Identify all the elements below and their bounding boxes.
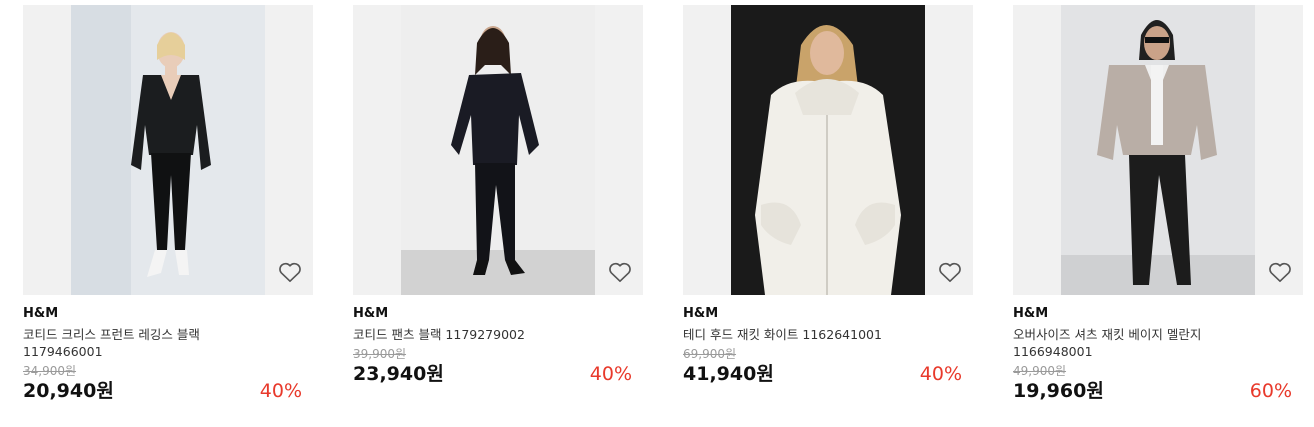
product-thumbnail[interactable] [23, 5, 313, 295]
wishlist-heart-icon[interactable] [607, 259, 633, 285]
product-thumbnail[interactable] [1013, 5, 1303, 295]
product-brand[interactable]: H&M [1013, 306, 1303, 322]
model-image [71, 5, 265, 295]
sale-price: 19,960원 [1013, 380, 1104, 402]
price-row: 19,960원 60% [1013, 379, 1303, 405]
model-image [731, 5, 925, 295]
model-image [1061, 5, 1255, 295]
product-brand[interactable]: H&M [23, 306, 313, 322]
product-card[interactable]: H&M 코티드 팬츠 블랙 1179279002 39,900원 23,940원… [353, 5, 643, 388]
original-price: 69,900원 [683, 347, 737, 361]
model-image [401, 5, 595, 295]
product-photo[interactable] [731, 5, 925, 295]
discount-rate: 40% [919, 363, 962, 385]
product-photo[interactable] [1061, 5, 1255, 295]
original-price: 49,900원 [1013, 364, 1067, 378]
product-name[interactable]: 테디 후드 재킷 화이트 1162641001 [683, 326, 933, 343]
wishlist-heart-icon[interactable] [937, 259, 963, 285]
product-thumbnail[interactable] [353, 5, 643, 295]
product-name[interactable]: 코티드 크리스 프런트 레깅스 블랙 1179466001 [23, 326, 273, 360]
original-price: 39,900원 [353, 347, 407, 361]
product-card[interactable]: H&M 오버사이즈 셔츠 재킷 베이지 멜란지 1166948001 49,90… [1013, 5, 1303, 405]
sale-price: 20,940원 [23, 380, 114, 402]
discount-rate: 40% [589, 363, 632, 385]
product-card[interactable]: H&M 코티드 크리스 프런트 레깅스 블랙 1179466001 34,900… [23, 5, 313, 405]
wishlist-heart-icon[interactable] [1267, 259, 1293, 285]
price-row: 20,940원 40% [23, 379, 313, 405]
product-brand[interactable]: H&M [683, 306, 973, 322]
product-card[interactable]: H&M 테디 후드 재킷 화이트 1162641001 69,900원 41,9… [683, 5, 973, 388]
product-brand[interactable]: H&M [353, 306, 643, 322]
price-row: 41,940원 40% [683, 362, 973, 388]
product-name[interactable]: 오버사이즈 셔츠 재킷 베이지 멜란지 1166948001 [1013, 326, 1263, 360]
sale-price: 41,940원 [683, 363, 774, 385]
discount-rate: 40% [259, 380, 302, 402]
product-grid: H&M 코티드 크리스 프런트 레깅스 블랙 1179466001 34,900… [0, 0, 1314, 427]
original-price: 34,900원 [23, 364, 77, 378]
product-thumbnail[interactable] [683, 5, 973, 295]
product-photo[interactable] [401, 5, 595, 295]
sale-price: 23,940원 [353, 363, 444, 385]
product-photo[interactable] [71, 5, 265, 295]
price-row: 23,940원 40% [353, 362, 643, 388]
wishlist-heart-icon[interactable] [277, 259, 303, 285]
discount-rate: 60% [1249, 380, 1292, 402]
product-name[interactable]: 코티드 팬츠 블랙 1179279002 [353, 326, 603, 343]
